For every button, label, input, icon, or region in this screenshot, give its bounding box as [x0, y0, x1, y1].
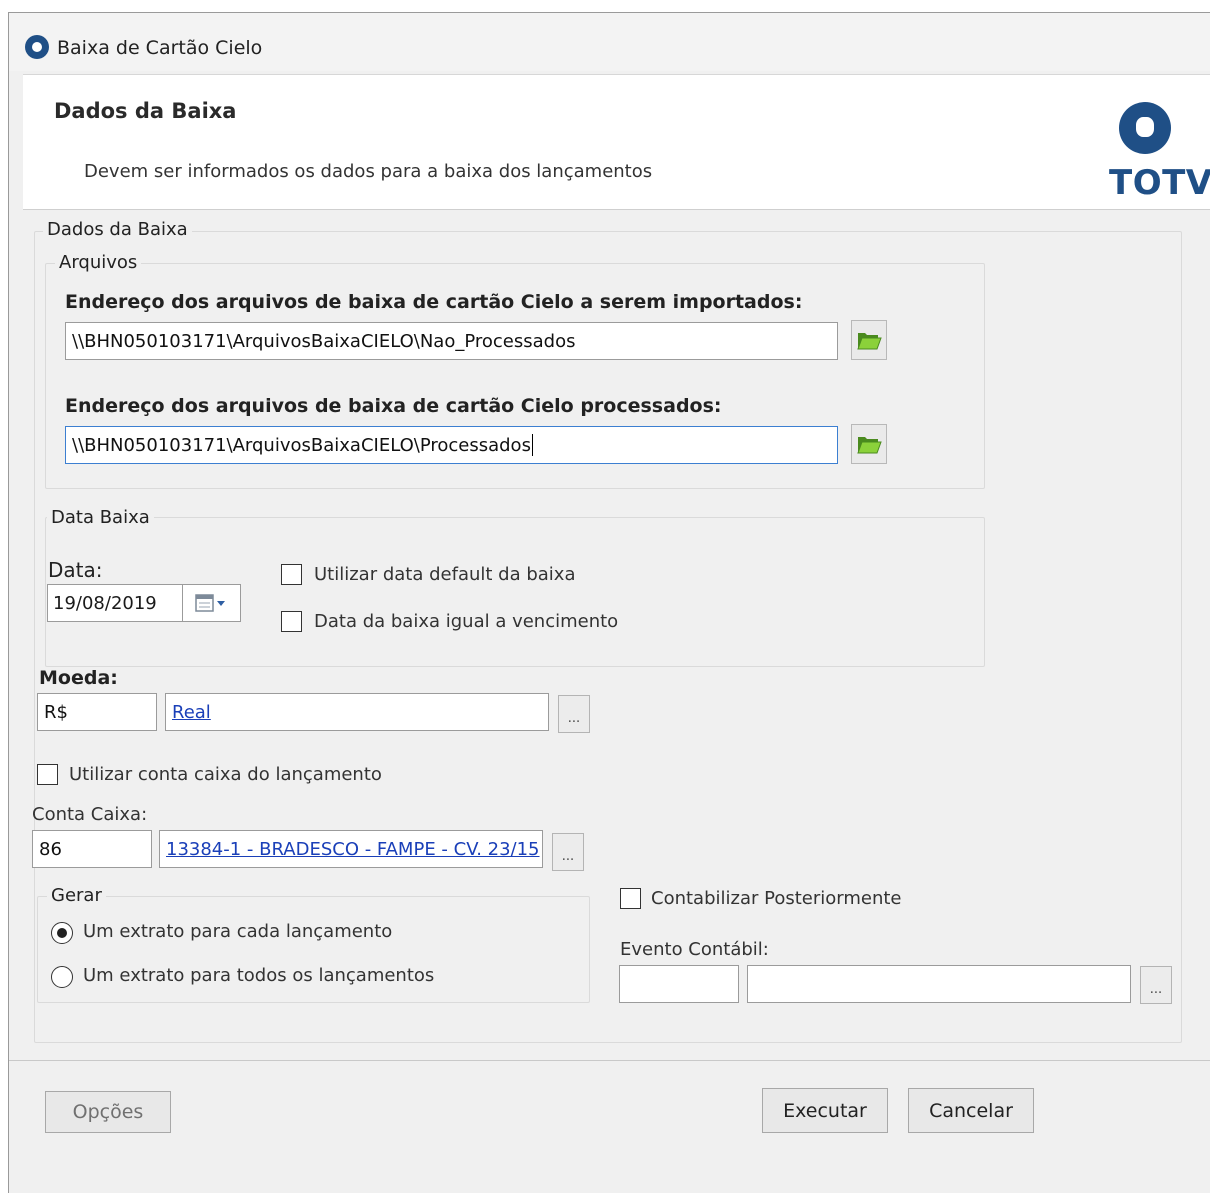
use-cash-account-label: Utilizar conta caixa do lançamento — [69, 764, 382, 785]
gerar-option-all-label: Um extrato para todos os lançamentos — [83, 965, 435, 986]
moeda-code-value: R$ — [44, 701, 68, 723]
date-picker[interactable]: 19/08/2019 — [47, 584, 241, 622]
gerar-option-all-radio[interactable] — [51, 966, 73, 988]
execute-button[interactable]: Executar — [762, 1088, 888, 1133]
evento-contabil-label: Evento Contábil: — [620, 939, 769, 960]
moeda-lookup-button[interactable]: ... — [558, 695, 590, 733]
data-baixa-group-label: Data Baixa — [47, 507, 154, 528]
cancel-button[interactable]: Cancelar — [908, 1088, 1034, 1133]
conta-caixa-lookup-button[interactable]: ... — [552, 833, 584, 871]
calendar-icon — [194, 594, 225, 612]
contabilizar-label: Contabilizar Posteriormente — [651, 888, 902, 909]
browse-processed-folder-button[interactable] — [851, 424, 887, 464]
default-date-checkbox[interactable] — [281, 564, 302, 585]
due-date-label: Data da baixa igual a vencimento — [314, 611, 619, 632]
moeda-code-input[interactable]: R$ — [37, 693, 157, 731]
dialog-window: Baixa de Cartão Cielo Dados da Baixa Dev… — [8, 12, 1210, 1193]
gerar-option-each-label: Um extrato para cada lançamento — [83, 921, 393, 942]
import-path-value: \\BHN050103171\ArquivosBaixaCIELO\Nao_Pr… — [72, 330, 576, 352]
conta-caixa-code-value: 86 — [39, 838, 62, 860]
gerar-group — [37, 896, 590, 1003]
header-subtitle: Devem ser informados os dados para a bai… — [84, 161, 653, 182]
options-button[interactable]: Opções — [45, 1091, 171, 1133]
totvs-logo-text: TOTVS — [1109, 163, 1210, 203]
date-value[interactable]: 19/08/2019 — [48, 585, 182, 621]
date-label: Data: — [48, 558, 103, 582]
gerar-option-each-radio[interactable] — [51, 922, 73, 944]
processed-path-label: Endereço dos arquivos de baixa de cartão… — [65, 395, 722, 417]
gerar-group-label: Gerar — [47, 885, 106, 906]
wizard-header: Dados da Baixa Devem ser informados os d… — [23, 74, 1210, 210]
conta-caixa-code-input[interactable]: 86 — [32, 830, 152, 868]
processed-path-input[interactable]: \\BHN050103171\ArquivosBaixaCIELO\Proces… — [65, 426, 838, 464]
app-logo-icon — [25, 35, 49, 59]
use-cash-account-checkbox[interactable] — [37, 764, 58, 785]
moeda-name-field[interactable]: Real — [165, 693, 549, 731]
evento-contabil-name-field[interactable] — [747, 965, 1131, 1003]
title-bar: Baixa de Cartão Cielo — [9, 13, 1210, 71]
contabilizar-checkbox[interactable] — [620, 888, 641, 909]
evento-contabil-code-input[interactable] — [619, 965, 739, 1003]
conta-caixa-label: Conta Caixa: — [32, 804, 148, 825]
moeda-name-link[interactable]: Real — [172, 702, 211, 723]
import-path-label: Endereço dos arquivos de baixa de cartão… — [65, 291, 803, 313]
processed-path-value: \\BHN050103171\ArquivosBaixaCIELO\Proces… — [72, 434, 531, 456]
browse-import-folder-button[interactable] — [851, 320, 887, 360]
due-date-checkbox[interactable] — [281, 611, 302, 632]
arquivos-group-label: Arquivos — [55, 252, 142, 273]
calendar-dropdown-button[interactable] — [182, 585, 240, 621]
dados-baixa-group-label: Dados da Baixa — [43, 219, 192, 240]
folder-open-icon — [857, 333, 882, 350]
conta-caixa-name-link[interactable]: 13384-1 - BRADESCO - FAMPE - CV. 23/15 — [166, 839, 540, 860]
moeda-label: Moeda: — [39, 667, 118, 689]
text-caret — [531, 434, 533, 456]
totvs-logo-icon — [1119, 102, 1171, 154]
folder-open-icon — [857, 437, 882, 454]
import-path-input[interactable]: \\BHN050103171\ArquivosBaixaCIELO\Nao_Pr… — [65, 322, 838, 360]
header-title: Dados da Baixa — [54, 99, 237, 123]
conta-caixa-name-field[interactable]: 13384-1 - BRADESCO - FAMPE - CV. 23/15 — [159, 830, 543, 868]
window-title: Baixa de Cartão Cielo — [57, 37, 263, 59]
footer-separator — [9, 1060, 1210, 1061]
evento-contabil-lookup-button[interactable]: ... — [1140, 966, 1172, 1004]
default-date-label: Utilizar data default da baixa — [314, 564, 576, 585]
